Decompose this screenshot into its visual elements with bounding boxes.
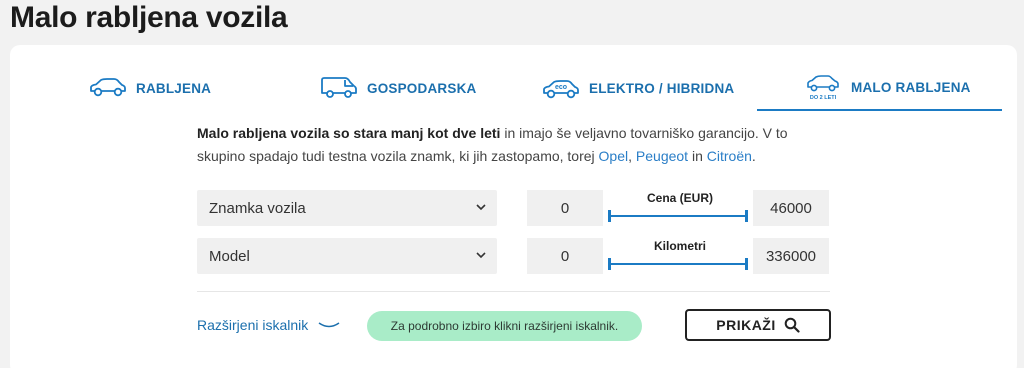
search-icon [784, 317, 800, 333]
brand-link-opel[interactable]: Opel [599, 148, 629, 164]
eco-car-icon: eco [541, 73, 581, 103]
tab-label: ELEKTRO / HIBRIDNA [589, 80, 735, 96]
slider-min-handle[interactable] [608, 210, 611, 222]
tab-malo-rabljena[interactable]: DO 2 LETI MALO RABLJENA [757, 65, 1002, 111]
km-range-slider[interactable] [608, 258, 748, 270]
km-max-input[interactable]: 336000 [753, 238, 829, 274]
description-sep: , [628, 148, 636, 164]
car-icon [88, 73, 128, 103]
price-max-input[interactable]: 46000 [753, 190, 829, 226]
tab-elektro-hibridna[interactable]: eco ELEKTRO / HIBRIDNA [541, 65, 734, 111]
price-range-slider[interactable] [608, 210, 748, 222]
slider-max-handle[interactable] [745, 258, 748, 270]
van-icon [319, 73, 359, 103]
description-sep: in [688, 148, 707, 164]
tab-rabljena[interactable]: RABLJENA [88, 65, 211, 111]
brand-select[interactable]: Znamka vozila [197, 190, 497, 226]
chevron-down-icon [318, 322, 340, 328]
slider-track [610, 263, 746, 265]
svg-text:eco: eco [555, 84, 567, 91]
vehicle-type-tabs: RABLJENA GOSPODARSKA eco ELEKTRO / HIBRI… [10, 65, 1017, 111]
chevron-down-icon [476, 252, 486, 259]
advanced-search-link[interactable]: Razširjeni iskalnik [197, 317, 340, 333]
advanced-search-label: Razširjeni iskalnik [197, 317, 309, 333]
nearly-new-car-icon: DO 2 LETI [803, 72, 843, 102]
brand-select-value: Znamka vozila [209, 199, 306, 217]
chevron-down-icon [476, 204, 486, 211]
show-results-label: PRIKAŽI [716, 317, 776, 333]
price-slider-label: Cena (EUR) [646, 191, 713, 205]
tab-label: GOSPODARSKA [367, 80, 477, 96]
page-title: Malo rabljena vozila [10, 1, 288, 34]
slider-min-handle[interactable] [608, 258, 611, 270]
search-card: RABLJENA GOSPODARSKA eco ELEKTRO / HIBRI… [10, 45, 1017, 368]
description-bold: Malo rabljena vozila so stara manj kot d… [197, 125, 501, 141]
brand-link-peugeot[interactable]: Peugeot [636, 148, 688, 164]
km-slider-label: Kilometri [653, 239, 706, 253]
tab-gospodarska[interactable]: GOSPODARSKA [319, 65, 476, 111]
slider-max-handle[interactable] [745, 210, 748, 222]
advanced-search-hint: Za podrobno izbiro klikni razširjeni isk… [367, 311, 642, 341]
description: Malo rabljena vozila so stara manj kot d… [197, 122, 807, 168]
slider-track [610, 215, 746, 217]
brand-link-citroen[interactable]: Citroën [707, 148, 752, 164]
divider [197, 291, 830, 292]
model-select-value: Model [209, 247, 250, 265]
tab-label: RABLJENA [136, 80, 212, 96]
show-results-button[interactable]: PRIKAŽI [685, 309, 831, 341]
price-min-input[interactable]: 0 [527, 190, 603, 226]
km-min-input[interactable]: 0 [527, 238, 603, 274]
svg-text:DO 2 LETI: DO 2 LETI [810, 95, 837, 101]
description-end: . [751, 148, 756, 164]
model-select[interactable]: Model [197, 238, 497, 274]
tab-label: MALO RABLJENA [851, 79, 971, 95]
